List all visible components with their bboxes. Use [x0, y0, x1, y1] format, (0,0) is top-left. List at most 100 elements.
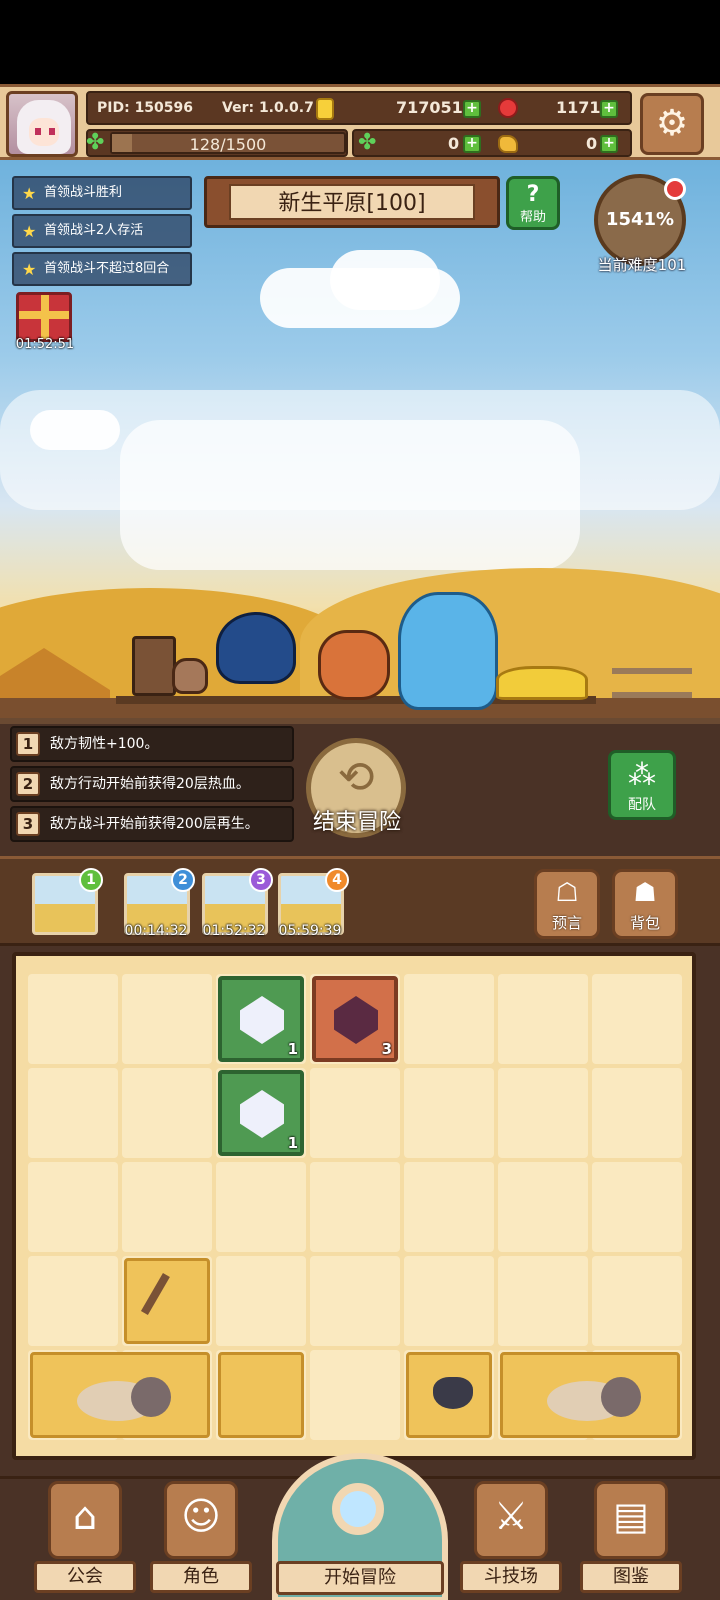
- terrain-tile-sticks[interactable]: [124, 1258, 210, 1344]
- nav-label: 公会: [34, 1561, 136, 1593]
- grid-cell[interactable]: [498, 1068, 588, 1158]
- gift-box-icon[interactable]: [16, 292, 72, 342]
- enemy-effect-1: 1 敌方韧性+100。: [10, 726, 294, 762]
- help-button[interactable]: ? 帮助: [506, 176, 560, 230]
- item-grid: 1 3 1: [12, 952, 696, 1460]
- grid-cell[interactable]: [310, 1256, 400, 1346]
- sack-sprite: [172, 658, 208, 694]
- card-timer: 05:59:39: [278, 923, 342, 939]
- grid-cell[interactable]: [404, 1068, 494, 1158]
- quest-label: 首领战斗胜利: [44, 185, 123, 200]
- nav-arena[interactable]: ⚔ 斗技场: [460, 1479, 562, 1597]
- bread-icon: [498, 135, 518, 153]
- terrain-tile-pot[interactable]: [406, 1352, 492, 1438]
- map-card-row: 1 2 00:14:32 3 01:52:32 4 05:59:39 ☖ 预言 …: [0, 856, 720, 946]
- star-icon: ★: [22, 184, 37, 203]
- cloud: [30, 410, 120, 450]
- grid-item-dark-crystal[interactable]: 3: [312, 976, 398, 1062]
- grid-cell[interactable]: [592, 974, 682, 1064]
- effect-number: 2: [16, 772, 40, 796]
- grid-cell[interactable]: [122, 1162, 212, 1252]
- white-crystal-icon: [240, 996, 284, 1044]
- adventure-scene: ★ 首领战斗胜利 ★ 首领战斗2人存活 ★ 首领战斗不超过8回合 新生平原[10…: [0, 160, 720, 718]
- enemy-effect-2: 2 敌方行动开始前获得20层热血。: [10, 766, 294, 802]
- backpack-icon: ☗: [633, 878, 657, 908]
- grid-cell[interactable]: [122, 1068, 212, 1158]
- character-glyph: ☺: [181, 1494, 221, 1538]
- effect-text: 敌方行动开始前获得20层热血。: [50, 776, 250, 792]
- prophecy-button[interactable]: ☖ 预言: [534, 869, 600, 939]
- grid-cell[interactable]: [122, 974, 212, 1064]
- team-setup-button[interactable]: ⁂ 配队: [608, 750, 676, 820]
- grid-cell[interactable]: [28, 1256, 118, 1346]
- question-icon: ?: [526, 182, 540, 207]
- grid-cell[interactable]: [592, 1162, 682, 1252]
- quest-item-2: ★ 首领战斗2人存活: [12, 214, 192, 248]
- grid-cell[interactable]: [498, 974, 588, 1064]
- prophecy-icon: ☖: [555, 878, 579, 908]
- card-badge: 4: [325, 868, 349, 892]
- grid-item-white-crystal[interactable]: 1: [218, 976, 304, 1062]
- backpack-button[interactable]: ☗ 背包: [612, 869, 678, 939]
- mermaid-hero-sprite[interactable]: [398, 592, 498, 710]
- guild-icon: ⌂: [48, 1481, 122, 1559]
- clover-amount: 0: [448, 134, 460, 153]
- crossed-swords-icon: ⚔: [474, 1481, 548, 1559]
- difficulty-label: 当前难度101: [597, 256, 687, 274]
- start-adventure-label: 开始冒险: [276, 1561, 444, 1595]
- grid-cell[interactable]: [404, 974, 494, 1064]
- grid-cell[interactable]: [498, 1162, 588, 1252]
- grid-cell[interactable]: [404, 1256, 494, 1346]
- grid-cell[interactable]: [310, 1162, 400, 1252]
- start-adventure-button[interactable]: 开始冒险: [272, 1453, 448, 1600]
- grid-cell[interactable]: [592, 1068, 682, 1158]
- clover-icon: ✤: [358, 130, 377, 155]
- add-clover-button[interactable]: +: [463, 135, 481, 153]
- grid-cell[interactable]: [28, 974, 118, 1064]
- team-icon: ⁂: [628, 758, 656, 791]
- barrel-sprite: [132, 636, 176, 696]
- nav-codex[interactable]: ▤ 图鉴: [580, 1479, 682, 1597]
- horn-icon: [601, 1377, 641, 1417]
- add-gold-button[interactable]: +: [463, 100, 481, 118]
- terrain-tile-field[interactable]: [218, 1352, 304, 1438]
- grid-cell[interactable]: [28, 1162, 118, 1252]
- add-bread-button[interactable]: +: [600, 135, 618, 153]
- terrain-tile-skull[interactable]: [30, 1352, 210, 1438]
- grid-cell[interactable]: [310, 1068, 400, 1158]
- terrain-tile-skull[interactable]: [500, 1352, 680, 1438]
- stage-banner: 新生平原[100]: [204, 176, 500, 228]
- nav-label: 图鉴: [580, 1561, 682, 1593]
- bread-amount: 0: [586, 134, 598, 153]
- end-adventure-button[interactable]: ⟲ 结束冒险: [302, 738, 412, 842]
- return-arrow-icon: ⟲: [337, 752, 375, 803]
- map-card-1[interactable]: 1: [32, 868, 103, 935]
- star-icon: ★: [22, 222, 37, 241]
- notification-dot: [664, 178, 686, 200]
- player-avatar[interactable]: [6, 91, 78, 157]
- settings-button[interactable]: ⚙: [640, 93, 704, 155]
- avatar-eye-right: [49, 128, 55, 135]
- nav-character[interactable]: ☺ 角色: [150, 1479, 252, 1597]
- effect-text: 敌方战斗开始前获得200层再生。: [50, 816, 259, 832]
- top-header: PID: 150596 Ver: 1.0.0.7 717051 + 1171 +…: [0, 84, 720, 160]
- quest-item-1: ★ 首领战斗胜利: [12, 176, 192, 210]
- grid-cell[interactable]: [216, 1162, 306, 1252]
- grid-cell[interactable]: [404, 1162, 494, 1252]
- grid-cell[interactable]: [216, 1256, 306, 1346]
- add-ruby-button[interactable]: +: [600, 100, 618, 118]
- grid-item-white-crystal[interactable]: 1: [218, 1070, 304, 1156]
- stage-name: 新生平原[100]: [229, 184, 475, 220]
- horn-icon: [131, 1377, 171, 1417]
- grid-cell[interactable]: [498, 1256, 588, 1346]
- fence-sprite: [612, 668, 692, 698]
- grid-cell[interactable]: [592, 1256, 682, 1346]
- slime-hero-sprite[interactable]: [216, 612, 296, 684]
- game-version: Ver: 1.0.0.7: [222, 100, 314, 116]
- grid-cell[interactable]: [28, 1068, 118, 1158]
- monkey-hero-sprite[interactable]: [318, 630, 390, 700]
- dirt-edge: [0, 718, 720, 724]
- energy-bar: 128/1500: [110, 132, 346, 154]
- nav-guild[interactable]: ⌂ 公会: [34, 1479, 136, 1597]
- grid-cell[interactable]: [310, 1350, 400, 1440]
